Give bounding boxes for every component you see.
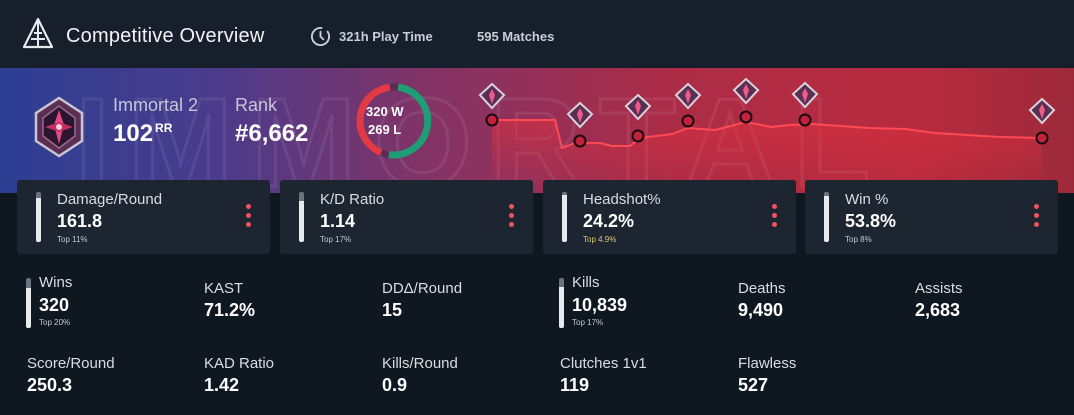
immortal-rank-icon	[791, 81, 819, 127]
rr-unit: RR	[155, 121, 173, 135]
rank-history-chart[interactable]	[470, 74, 1070, 189]
rr-value: 102 RR	[113, 120, 173, 147]
card-value: 53.8%	[845, 211, 897, 231]
rr-history-area	[492, 120, 1042, 189]
matches-count: 595 Matches	[477, 29, 555, 44]
percentile-bar	[26, 278, 31, 328]
card-value: 24.2%	[583, 211, 635, 231]
card-percentile: Top 17%	[320, 235, 352, 244]
stat-label: Kills/Round	[382, 355, 458, 372]
rank-label: Rank	[235, 95, 278, 115]
stat-percentile: Top 17%	[572, 318, 604, 327]
header-bar: Competitive Overview 321h Play Time 595 …	[0, 0, 1074, 68]
percentile-bar	[36, 192, 41, 242]
clock-icon	[310, 26, 331, 47]
stat-value: 1.42	[204, 375, 240, 395]
card-label: Headshot%	[583, 191, 661, 208]
stat-value: 527	[738, 375, 769, 395]
stat-value: 0.9	[382, 375, 408, 395]
stat-label: Score/Round	[27, 355, 115, 372]
card-label: Win %	[845, 191, 889, 208]
more-options-icon[interactable]	[246, 204, 252, 230]
card-value: 1.14	[320, 211, 356, 231]
page-title: Competitive Overview	[66, 25, 265, 47]
wins-text: 320 W	[366, 104, 404, 119]
stat-value: 15	[382, 300, 403, 320]
immortal-rank-icon	[34, 96, 84, 158]
card-headshot: Headshot% 24.2% Top 4.9%	[543, 180, 796, 254]
losses-text: 269 L	[368, 122, 402, 137]
immortal-rank-icon	[566, 101, 594, 148]
stat-value: 10,839	[572, 295, 628, 315]
percentile-bar	[824, 192, 829, 242]
stat-label: Wins	[39, 274, 73, 291]
card-label: K/D Ratio	[320, 191, 385, 208]
leaderboard-rank: #6,662	[235, 120, 309, 147]
stat-label: DDΔ/Round	[382, 280, 463, 297]
playtime-text: 321h Play Time	[339, 29, 433, 44]
card-percentile: Top 8%	[845, 235, 872, 244]
stat-value: 250.3	[27, 375, 73, 395]
more-options-icon[interactable]	[772, 204, 778, 230]
stat-value: 9,490	[738, 300, 784, 320]
card-value: 161.8	[57, 211, 103, 231]
immortal-rank-icon	[674, 82, 702, 128]
stat-label: Kills	[572, 274, 600, 291]
card-win-percent: Win % 53.8% Top 8%	[805, 180, 1058, 254]
tier-name: Immortal 2	[113, 95, 199, 115]
stat-label: KAST	[204, 280, 244, 297]
stat-label: Flawless	[738, 355, 797, 372]
more-options-icon[interactable]	[509, 204, 515, 230]
percentile-bar	[562, 192, 567, 242]
immortal-rank-icon	[732, 77, 760, 124]
win-loss-ring	[356, 83, 432, 159]
tracker-logo-icon	[22, 17, 54, 49]
card-percentile: Top 4.9%	[583, 235, 617, 244]
stat-value: 2,683	[915, 300, 961, 320]
stat-label: KAD Ratio	[204, 355, 275, 372]
stat-label: Assists	[915, 280, 963, 297]
stat-value: 119	[560, 375, 590, 395]
stat-label: Clutches 1v1	[560, 355, 647, 372]
card-kd-ratio: K/D Ratio 1.14 Top 17%	[280, 180, 533, 254]
loss-arc	[356, 83, 391, 156]
percentile-bar	[299, 192, 304, 242]
more-options-icon[interactable]	[1034, 204, 1040, 230]
stat-percentile: Top 20%	[39, 318, 71, 327]
stat-value: 320	[39, 295, 70, 315]
stat-value: 71.2%	[204, 300, 256, 320]
immortal-rank-icon	[624, 93, 652, 143]
card-damage-round: Damage/Round 161.8 Top 11%	[17, 180, 270, 254]
stat-label: Deaths	[738, 280, 786, 297]
card-percentile: Top 11%	[57, 235, 88, 244]
card-label: Damage/Round	[57, 191, 163, 208]
percentile-bar	[559, 278, 564, 328]
